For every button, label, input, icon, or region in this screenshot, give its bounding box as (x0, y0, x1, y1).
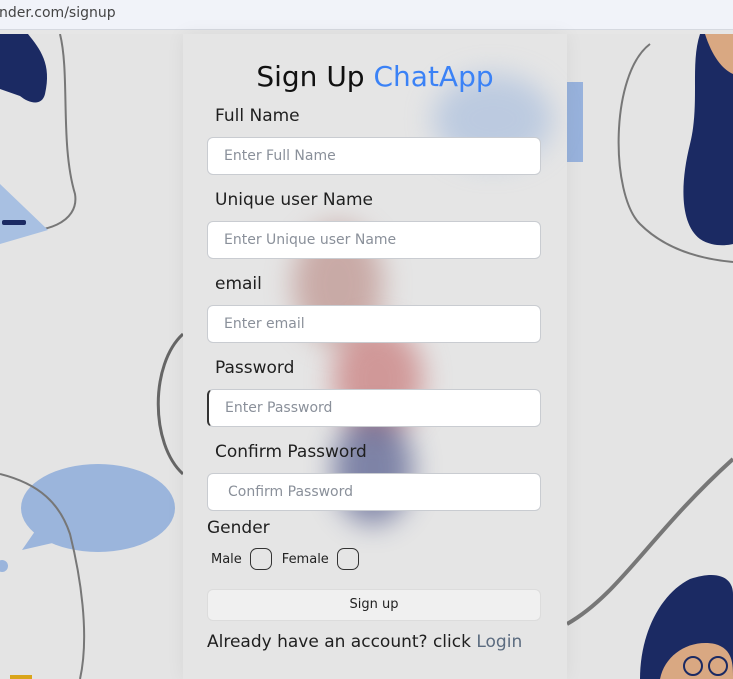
login-prompt: Already have an account? click Login (207, 632, 522, 652)
gender-options: Male Female (211, 548, 369, 570)
username-input[interactable] (207, 221, 541, 259)
taskbar-indicator (10, 675, 32, 679)
browser-url-bar[interactable]: nder.com/signup (0, 0, 733, 30)
signup-card: Sign Up ChatApp Full Name Unique user Na… (183, 34, 567, 679)
full-name-label: Full Name (215, 106, 300, 126)
login-link[interactable]: Login (476, 632, 522, 652)
full-name-input[interactable] (207, 137, 541, 175)
email-input[interactable] (207, 305, 541, 343)
login-prompt-text: Already have an account? click (207, 632, 471, 652)
signup-button[interactable]: Sign up (207, 589, 541, 621)
page-title: Sign Up ChatApp (183, 60, 567, 93)
title-accent-text: ChatApp (373, 60, 494, 93)
male-checkbox[interactable] (249, 548, 272, 570)
username-label: Unique user Name (215, 190, 374, 210)
gender-label: Gender (207, 518, 270, 538)
url-text: nder.com/signup (0, 5, 116, 21)
confirm-password-input[interactable] (207, 473, 541, 511)
female-label: Female (281, 551, 329, 567)
male-label: Male (211, 551, 242, 567)
female-checkbox[interactable] (336, 548, 359, 570)
title-text: Sign Up (256, 60, 365, 93)
password-label: Password (215, 358, 295, 378)
confirm-password-label: Confirm Password (215, 442, 367, 462)
email-label: email (215, 274, 262, 294)
password-input[interactable] (207, 389, 541, 427)
